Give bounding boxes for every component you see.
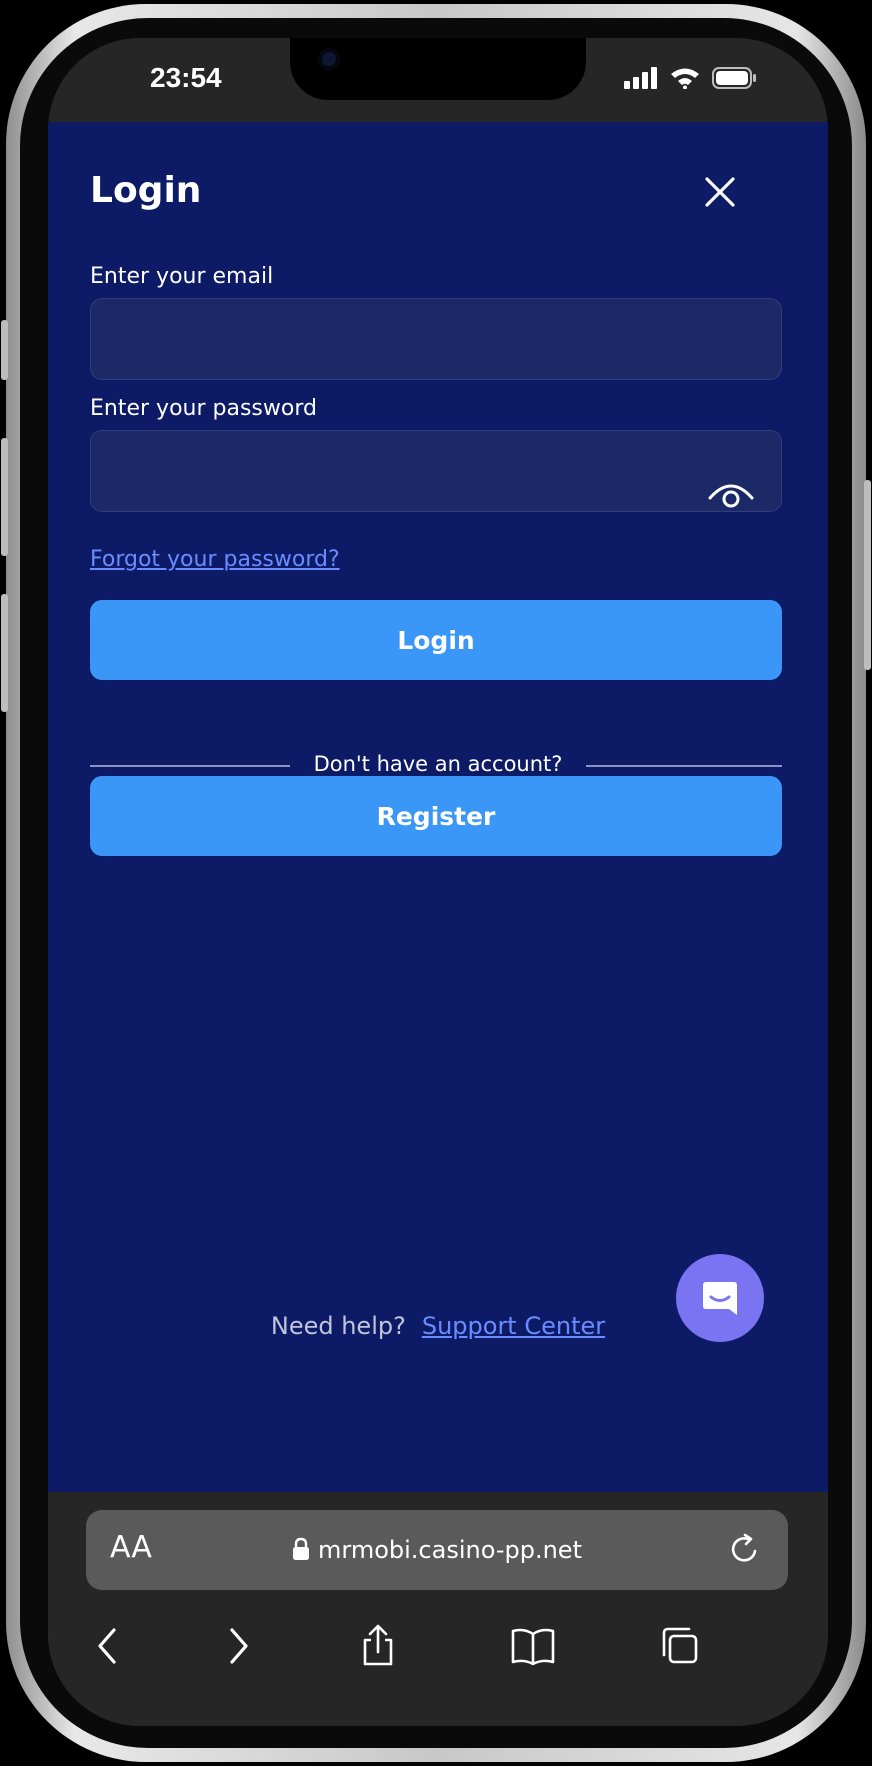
forgot-password-link[interactable]: Forgot your password? [90, 547, 340, 572]
address-bar[interactable]: AA mrmobi.casino-pp.net [86, 1510, 788, 1590]
eye-icon[interactable] [708, 480, 754, 510]
action-button [1, 320, 8, 380]
volume-down-button [1, 594, 8, 712]
wifi-icon [671, 68, 699, 89]
url-display: mrmobi.casino-pp.net [86, 1536, 788, 1564]
power-button [864, 480, 871, 670]
browser-chrome: AA mrmobi.casino-pp.net [48, 1492, 828, 1726]
phone-screen: 23:54 Login Enter your email Enter your … [48, 38, 828, 1726]
tabs-icon[interactable] [660, 1624, 700, 1668]
chevron-right-icon[interactable] [218, 1624, 258, 1668]
dynamic-island [290, 38, 586, 100]
reload-icon[interactable] [728, 1532, 762, 1566]
share-icon[interactable] [358, 1624, 398, 1668]
help-question: Need help? [270, 1312, 406, 1340]
book-icon[interactable] [510, 1624, 556, 1668]
close-icon[interactable] [702, 174, 738, 210]
support-center-link[interactable]: Support Center [422, 1312, 605, 1340]
no-account-text: Don't have an account? [313, 752, 563, 776]
help-line: Need help? Support Center [48, 1312, 828, 1340]
camera-icon [318, 48, 340, 70]
login-button[interactable]: Login [90, 600, 782, 680]
register-button[interactable]: Register [90, 776, 782, 856]
battery-icon [712, 67, 756, 89]
status-time: 23:54 [150, 62, 222, 93]
url-text: mrmobi.casino-pp.net [318, 1536, 582, 1564]
email-input[interactable] [90, 298, 782, 380]
password-input[interactable] [90, 430, 782, 512]
volume-up-button [1, 438, 8, 556]
signal-icon [624, 67, 657, 89]
status-icons [624, 66, 758, 90]
chevron-left-icon[interactable] [88, 1624, 128, 1668]
password-label: Enter your password [90, 396, 317, 421]
lock-icon [293, 1537, 309, 1560]
page-title: Login [90, 170, 202, 211]
login-modal: Login Enter your email Enter your passwo… [48, 122, 828, 1492]
divider-right [586, 765, 782, 767]
email-label: Enter your email [90, 264, 274, 289]
